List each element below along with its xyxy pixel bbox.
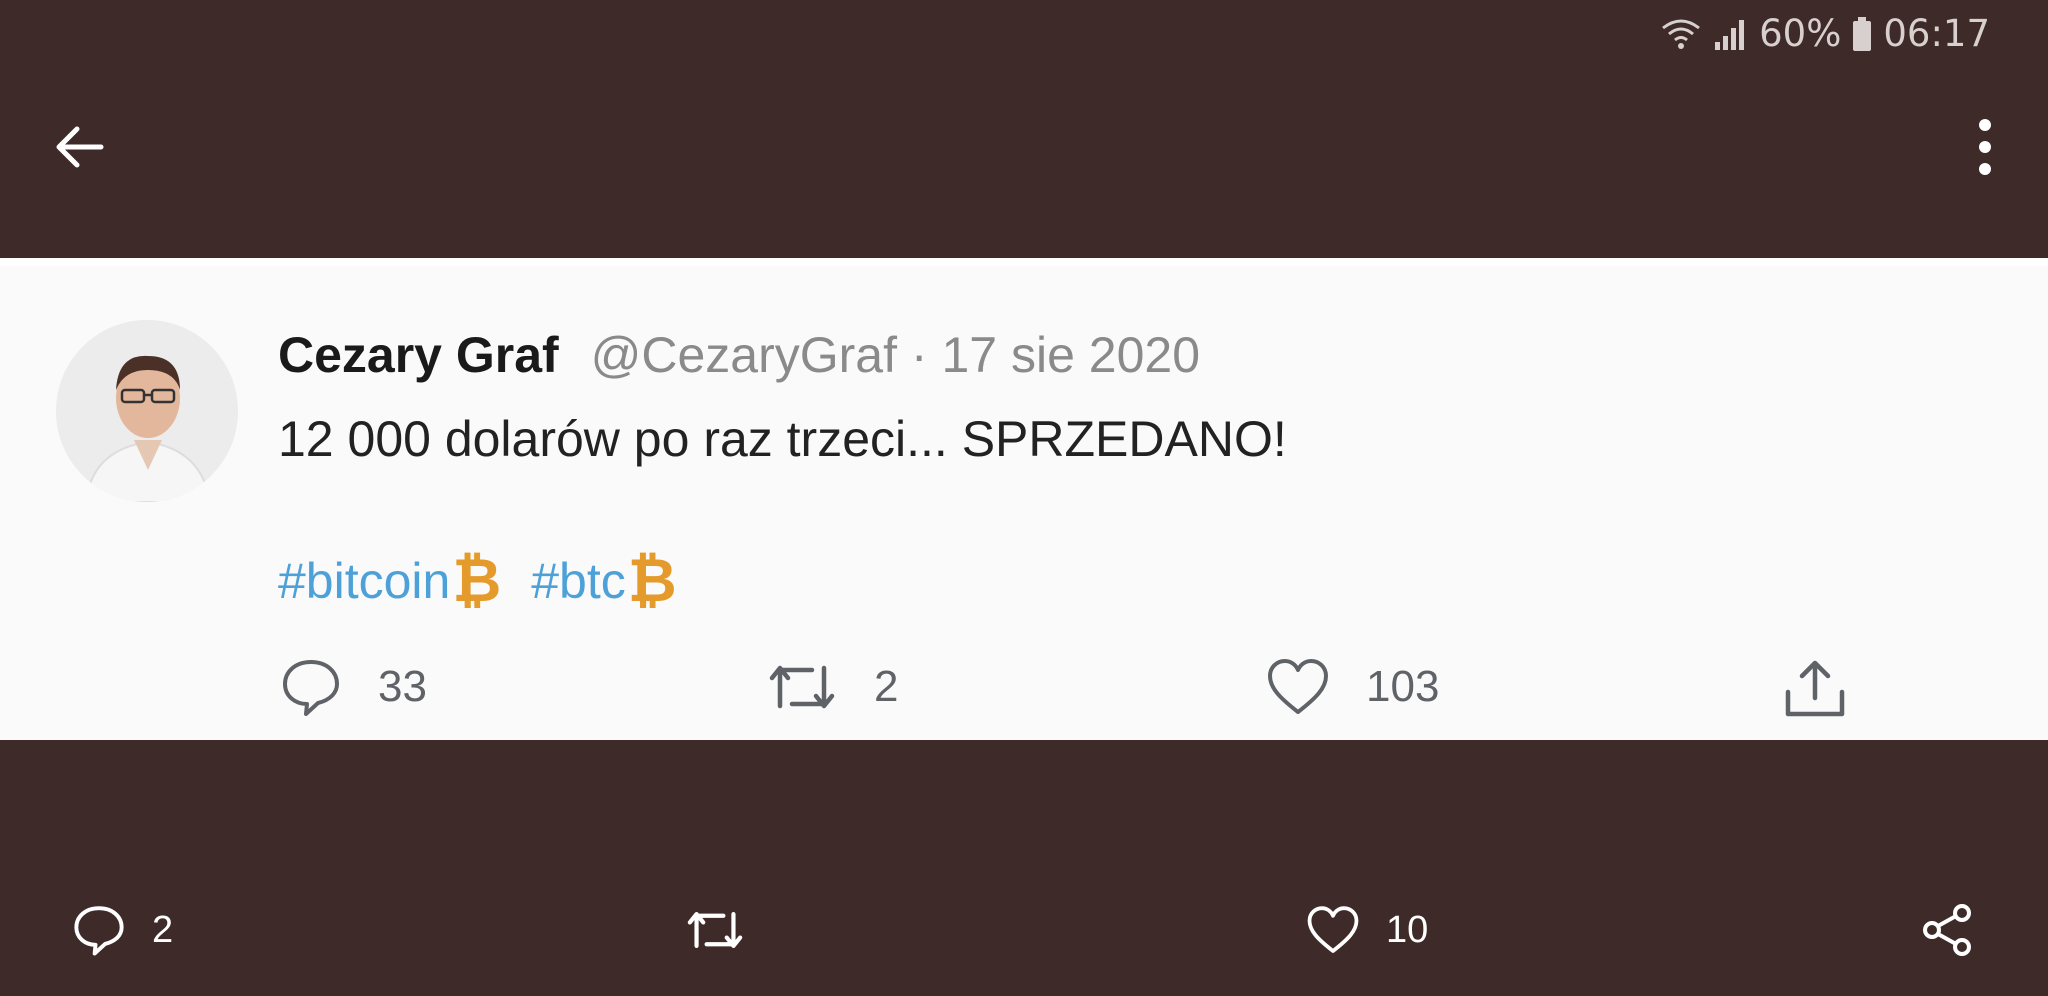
hashtag-btc: #btc <box>531 552 626 609</box>
share-icon <box>1923 904 1971 956</box>
avatar <box>56 320 238 502</box>
comment-button[interactable]: 2 <box>72 880 173 980</box>
back-button[interactable] <box>44 112 114 182</box>
like-count: 10 <box>1386 908 1429 951</box>
upload-share-icon <box>1785 660 1845 717</box>
header-separator: · <box>910 327 928 383</box>
tweet-screenshot-image[interactable]: Cezary Graf @CezaryGraf · 17 sie 2020 12… <box>0 258 2048 740</box>
tweet-header: Cezary Graf @CezaryGraf · 17 sie 2020 <box>278 326 1200 384</box>
tweet-like-action: 103 <box>1266 656 1439 718</box>
speech-bubble-icon <box>283 660 339 716</box>
tweet-text: 12 000 dolarów po raz trzeci... SPRZEDAN… <box>278 411 1287 467</box>
share-button[interactable] <box>1920 880 1974 980</box>
bitcoin-icon: ₿ <box>627 547 677 614</box>
arrow-left-icon <box>56 126 104 168</box>
reply-count: 33 <box>378 662 427 711</box>
bitcoin-icon: ₿ <box>452 547 502 614</box>
heart-icon <box>1268 659 1328 714</box>
like-button[interactable]: 10 <box>1306 880 1428 980</box>
more-vertical-icon <box>1979 119 1991 175</box>
tweet-hashtags: #bitcoin ₿ #btc ₿ <box>278 546 707 615</box>
retweet-icon <box>769 665 835 709</box>
top-app-bar <box>0 0 2048 258</box>
retweet-icon <box>687 911 743 949</box>
tweet-action-row: 33 2 103 <box>280 656 1860 726</box>
author-name: Cezary Graf <box>278 327 559 383</box>
tweet-reply-action: 33 <box>280 656 427 718</box>
author-handle: @CezaryGraf <box>590 327 897 383</box>
speech-bubble-icon <box>74 906 124 956</box>
retweet-count: 2 <box>874 662 899 711</box>
heart-icon <box>1307 906 1359 953</box>
comment-count: 2 <box>152 908 174 951</box>
repost-button[interactable] <box>684 880 746 980</box>
like-count: 103 <box>1366 662 1440 711</box>
tweet-retweet-action: 2 <box>766 656 898 718</box>
more-options-button[interactable] <box>1950 112 2020 182</box>
bottom-action-bar: 2 10 <box>0 880 2048 980</box>
tweet-share-action <box>1782 656 1848 720</box>
tweet-date: 17 sie 2020 <box>941 327 1200 383</box>
hashtag-bitcoin: #bitcoin <box>278 552 451 609</box>
